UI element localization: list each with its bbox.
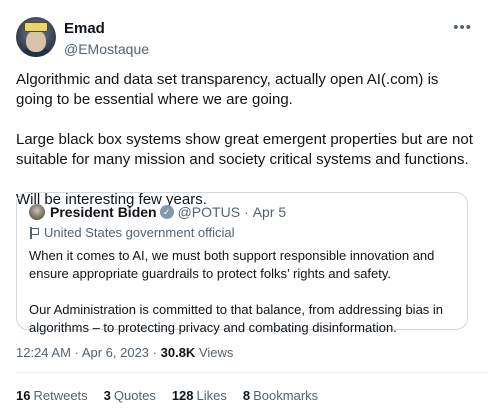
quoted-tweet-text: When it comes to AI, we must both suppor… — [29, 247, 457, 337]
author-handle[interactable]: @EMostaque — [64, 40, 149, 58]
bookmarks-label: Bookmarks — [253, 388, 319, 403]
more-options-icon[interactable]: ••• — [453, 19, 472, 36]
likes-count: 128 — [171, 388, 194, 403]
author-name[interactable]: Emad — [64, 20, 149, 38]
retweets-label: Retweets — [33, 388, 88, 403]
retweets-count: 16 — [16, 388, 31, 403]
bookmarks-stat[interactable]: 8 Bookmarks — [243, 388, 318, 403]
quotes-count: 3 — [103, 388, 111, 403]
separator-dot: · — [74, 345, 79, 360]
separator-dot: · — [152, 345, 157, 360]
quoted-author-handle[interactable]: @POTUS — [178, 204, 240, 220]
quotes-stat[interactable]: 3 Quotes — [104, 388, 156, 403]
verified-badge-icon: ✓ — [159, 205, 174, 219]
bookmarks-count: 8 — [242, 388, 251, 403]
tweet-time[interactable]: 12:24 AM — [16, 345, 71, 360]
views-count[interactable]: 30.8K — [161, 345, 196, 360]
separator-dot: · — [244, 204, 249, 220]
quoted-paragraph: When it comes to AI, we must both suppor… — [29, 248, 435, 281]
government-label: United States government official — [29, 224, 455, 241]
likes-label: Likes — [196, 388, 227, 403]
tweet-paragraph: Algorithmic and data set transparency, a… — [16, 71, 439, 108]
government-label-text: United States government official — [44, 225, 235, 240]
avatar-hat-shape — [24, 22, 48, 32]
quoted-avatar[interactable] — [29, 204, 45, 220]
quoted-date[interactable]: Apr 5 — [253, 204, 286, 220]
likes-stat[interactable]: 128 Likes — [172, 388, 227, 403]
views-label: Views — [198, 345, 234, 360]
author-info: Emad @EMostaque — [64, 20, 149, 58]
tweet-meta: 12:24 AM · Apr 6, 2023 · 30.8K Views — [16, 345, 233, 360]
tweet-date[interactable]: Apr 6, 2023 — [82, 345, 149, 360]
quotes-label: Quotes — [113, 388, 156, 403]
quoted-tweet[interactable]: President Biden ✓ @POTUS · Apr 5 United … — [16, 192, 468, 335]
quoted-tweet-header: President Biden ✓ @POTUS · Apr 5 — [29, 203, 455, 221]
quoted-paragraph: Our Administration is committed to that … — [29, 302, 444, 335]
quoted-author-name[interactable]: President Biden — [50, 204, 157, 220]
engagement-stats: 16 Retweets 3 Quotes 128 Likes 8 Bookmarks — [16, 388, 334, 403]
avatar[interactable] — [16, 17, 56, 57]
retweets-stat[interactable]: 16 Retweets — [16, 388, 88, 403]
avatar-face-shape — [26, 30, 46, 52]
tweet-header: Emad @EMostaque ••• — [16, 17, 472, 61]
flag-icon — [29, 226, 39, 239]
tweet: Emad @EMostaque ••• Algorithmic and data… — [0, 0, 488, 412]
tweet-paragraph: Large black box systems show great emerg… — [16, 131, 473, 168]
divider — [16, 372, 488, 373]
